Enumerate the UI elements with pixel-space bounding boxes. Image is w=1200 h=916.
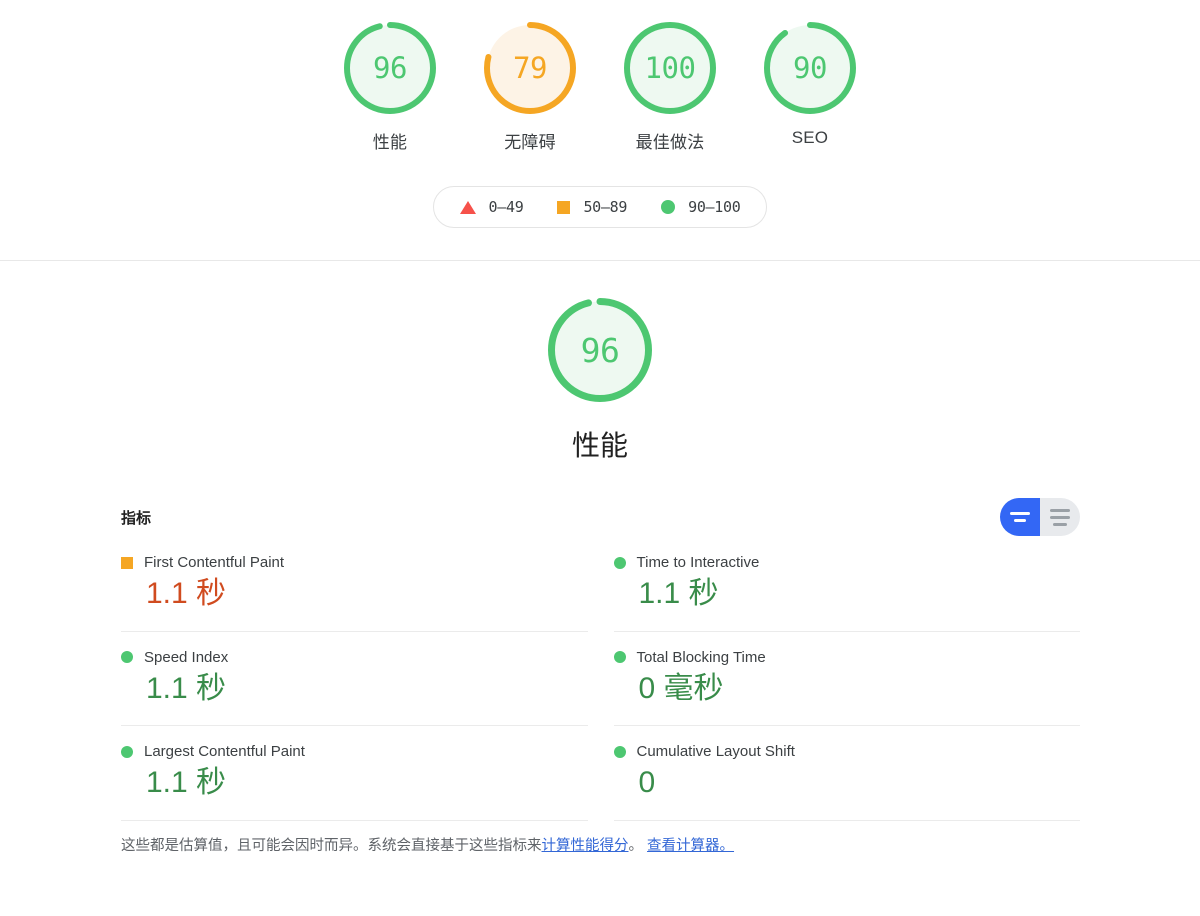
gauge-score-value: 96 — [373, 50, 407, 85]
category-gauge-2[interactable]: 79 无障碍 — [460, 22, 600, 153]
metrics-disclaimer-text: 这些都是估算值，且可能会因时而异。系统会直接基于这些指标来 — [121, 837, 542, 854]
gauge-arc: 90 — [764, 22, 856, 114]
category-gauges-row: 96 性能 79 无障碍 100 最佳做法 90 SEO — [0, 22, 1200, 153]
metric-name: Total Blocking Time — [636, 648, 766, 666]
metric-header: Largest Contentful Paint — [121, 743, 588, 760]
metric-row[interactable]: Time to Interactive 1.1 秒 — [613, 537, 1081, 632]
metric-name: Speed Index — [144, 648, 229, 666]
gauge-arc: 79 — [484, 22, 576, 114]
metrics-view-toggle[interactable] — [1000, 498, 1080, 536]
metrics-section: 指标 First Contentful Paint 1.1 秒 Time to In… — [0, 497, 1200, 857]
performance-score-value: 96 — [580, 330, 620, 370]
gauge-score-value: 90 — [793, 50, 827, 85]
gauge-category-label: SEO — [791, 128, 829, 147]
metrics-toolbar: 指标 — [121, 497, 1080, 537]
metric-header: Time to Interactive — [613, 554, 1081, 571]
gauge-category-label: 性能 — [372, 133, 408, 152]
metric-row[interactable]: Largest Contentful Paint 1.1 秒 — [121, 726, 588, 821]
score-calculation-link[interactable]: 计算性能得分 — [542, 838, 629, 854]
metric-header: Cumulative Layout Shift — [613, 743, 1081, 760]
performance-category-title: 性能 — [571, 430, 628, 461]
gauge-category-label: 无障碍 — [504, 133, 556, 152]
metric-row[interactable]: Cumulative Layout Shift 0 — [613, 726, 1081, 821]
metrics-disclaimer-separator: 。 — [628, 837, 648, 854]
metric-value: 1.1 秒 — [638, 577, 719, 610]
metrics-disclaimer: 这些都是估算值，且可能会因时而异。系统会直接基于这些指标来计算性能得分。 查看计… — [121, 836, 1080, 858]
metric-value: 0 — [638, 766, 656, 799]
performance-category-header: 96 性能 — [0, 261, 1200, 464]
view-calculator-link[interactable]: 查看计算器。 — [647, 838, 734, 854]
legend-range-label: 0–49 — [488, 198, 524, 216]
metric-name: Cumulative Layout Shift — [636, 743, 795, 760]
metric-row[interactable]: Speed Index 1.1 秒 — [121, 632, 588, 726]
square-icon — [557, 200, 571, 214]
metric-name: Largest Contentful Paint — [144, 743, 305, 760]
circle-icon — [613, 745, 626, 758]
gauge-arc: 96 — [344, 22, 436, 114]
gauge-score-value: 100 — [644, 50, 696, 85]
legend-pill: 0–49 50–89 90–100 — [432, 186, 768, 228]
metric-name: First Contentful Paint — [144, 554, 285, 571]
score-scale-legend: 0–49 50–89 90–100 — [0, 186, 1200, 228]
gauge-arc: 100 — [624, 22, 716, 114]
legend-range-label: 90–100 — [688, 198, 741, 216]
category-gauge-3[interactable]: 100 最佳做法 — [600, 22, 740, 153]
metric-name: Time to Interactive — [636, 554, 760, 571]
metric-header: First Contentful Paint — [121, 554, 588, 571]
circle-icon — [121, 745, 133, 758]
circle-icon — [121, 651, 133, 663]
circle-icon — [661, 200, 676, 214]
legend-item-1: 0–49 — [459, 198, 524, 216]
category-gauge-1[interactable]: 96 性能 — [320, 22, 460, 153]
scores-header: 96 性能 79 无障碍 100 最佳做法 90 SEO 0–49 50–89 90–100 — [0, 0, 1200, 261]
gauge-score-value: 79 — [513, 50, 547, 85]
metric-row[interactable]: Total Blocking Time 0 毫秒 — [613, 632, 1081, 726]
metric-value: 0 毫秒 — [638, 671, 724, 705]
legend-range-label: 50–89 — [583, 198, 628, 216]
metric-value: 1.1 秒 — [146, 671, 227, 705]
simple-view-icon[interactable] — [1000, 498, 1040, 536]
circle-icon — [613, 651, 626, 663]
gauge-category-label: 最佳做法 — [635, 133, 705, 152]
detail-view-icon[interactable] — [1040, 498, 1080, 536]
lighthouse-report: 96 性能 79 无障碍 100 最佳做法 90 SEO 0–49 50–89 90–100 96… — [0, 0, 1200, 916]
legend-item-3: 90–100 — [661, 198, 741, 216]
circle-icon — [613, 556, 626, 569]
metric-value: 1.1 秒 — [146, 577, 227, 610]
metric-row[interactable]: First Contentful Paint 1.1 秒 — [121, 537, 588, 632]
metric-header: Total Blocking Time — [613, 648, 1081, 666]
legend-item-2: 50–89 — [557, 198, 627, 216]
metric-value: 1.1 秒 — [146, 766, 227, 799]
triangle-icon — [459, 200, 476, 214]
metrics-heading: 指标 — [121, 509, 152, 527]
metrics-grid: First Contentful Paint 1.1 秒 Time to Inter… — [121, 537, 1080, 821]
metric-header: Speed Index — [121, 649, 588, 666]
category-gauge-4[interactable]: 90 SEO — [740, 22, 880, 148]
performance-score-gauge: 96 — [548, 298, 652, 402]
square-icon — [121, 556, 133, 569]
